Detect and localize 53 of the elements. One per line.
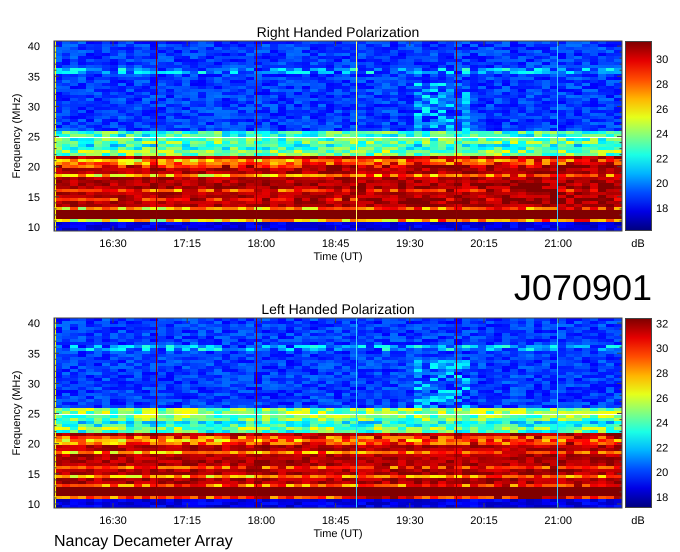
y-tick-label: 30 [28,378,40,390]
y-tick-label: 10 [28,222,40,234]
y-tick-label: 25 [28,408,40,421]
x-tick-label: 18:45 [322,515,350,527]
colorbar-tick-label: 18 [656,492,668,504]
x-tick-label: 18:45 [322,238,350,250]
colorbar-tick-label: 26 [656,104,668,116]
x-tick-label: 17:15 [173,238,201,250]
colorbar-tick-label: 24 [656,418,668,430]
y-tick-label: 15 [28,468,40,481]
colorbar-tick-label: 26 [656,392,668,405]
y-tick-label: 40 [28,318,40,330]
y-axis-label: Frequency (MHz) [11,94,23,178]
colorbar-tick-label: 28 [656,368,668,380]
colorbar-unit-label: dB [631,515,645,527]
colorbar-tick-label: 20 [656,178,668,190]
x-axis-label: Time (UT) [313,528,363,540]
x-tick-label: 18:00 [248,238,276,250]
plot-title: Right Handed Polarization [256,24,420,40]
y-tick-label: 15 [28,192,40,204]
x-tick-label: 17:15 [173,515,201,527]
x-tick-label: 21:00 [544,238,572,250]
x-tick-label: 19:30 [396,515,424,527]
colorbar-tick-label: 22 [656,153,668,166]
colorbar-tick-label: 22 [656,442,668,454]
y-tick-label: 35 [28,71,40,84]
y-tick-label: 35 [28,348,40,360]
x-tick-label: 18:00 [248,515,276,527]
y-tick-label: 20 [28,438,40,451]
colorbar-tick-label: 18 [656,203,668,215]
y-tick-label: 30 [28,101,40,114]
colorbar-tick-label: 24 [656,128,668,141]
colorbar-unit-label: dB [631,238,645,250]
x-axis-label: Time (UT) [313,251,363,263]
y-tick-label: 10 [28,499,40,511]
x-tick-label: 20:15 [470,238,498,250]
y-tick-label: 40 [28,41,40,54]
y-tick-label: 25 [28,132,40,144]
x-tick-label: 21:00 [544,515,572,527]
y-axis-label: Frequency (MHz) [11,370,23,456]
x-tick-label: 16:30 [99,238,127,250]
colorbar-tick-label: 30 [656,54,668,66]
x-tick-label: 16:30 [99,515,127,527]
instrument-label: Nancay Decameter Array [54,533,233,550]
colorbar-tick-label: 20 [656,467,668,480]
y-tick-label: 20 [28,162,40,174]
x-tick-label: 19:30 [396,238,424,250]
observation-id: J070901 [514,267,652,308]
plot-title: Left Handed Polarization [261,301,415,317]
colorbar-tick-label: 30 [656,343,668,356]
x-tick-label: 20:15 [470,515,498,527]
colorbar-tick-label: 32 [656,318,668,330]
colorbar-tick-label: 28 [656,79,668,91]
